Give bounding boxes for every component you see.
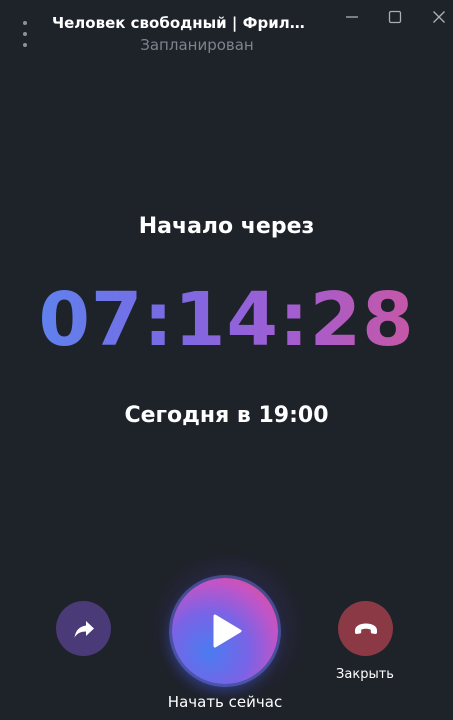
countdown-timer: 07:14:28 — [0, 274, 453, 366]
scheduled-time: Сегодня в 19:00 — [124, 403, 329, 428]
share-button[interactable] — [56, 601, 111, 656]
close-window-button[interactable] — [425, 6, 453, 28]
play-icon — [213, 614, 242, 648]
minimize-button[interactable] — [338, 6, 366, 28]
countdown-value: 07:14:28 — [38, 277, 415, 363]
close-label: Закрыть — [336, 667, 394, 682]
more-vertical-icon[interactable] — [17, 21, 33, 47]
maximize-button[interactable] — [381, 6, 409, 28]
start-now-button[interactable] — [172, 578, 278, 684]
window-title: Человек свободный | Фрила... — [52, 14, 312, 32]
share-arrow-icon — [74, 620, 94, 637]
maximize-icon — [388, 10, 402, 24]
status-text: Запланирован — [140, 36, 254, 54]
starts-in-label: Начало через — [138, 214, 315, 239]
hang-up-icon — [354, 623, 377, 634]
close-icon — [433, 11, 445, 23]
start-now-label: Начать сейчас — [167, 693, 283, 711]
minimize-icon — [346, 16, 358, 18]
voice-chat-window: Человек свободный | Фрила... Запланирова… — [0, 0, 453, 720]
close-button[interactable] — [338, 601, 393, 656]
title-block: Человек свободный | Фрила... Запланирова… — [52, 12, 312, 55]
